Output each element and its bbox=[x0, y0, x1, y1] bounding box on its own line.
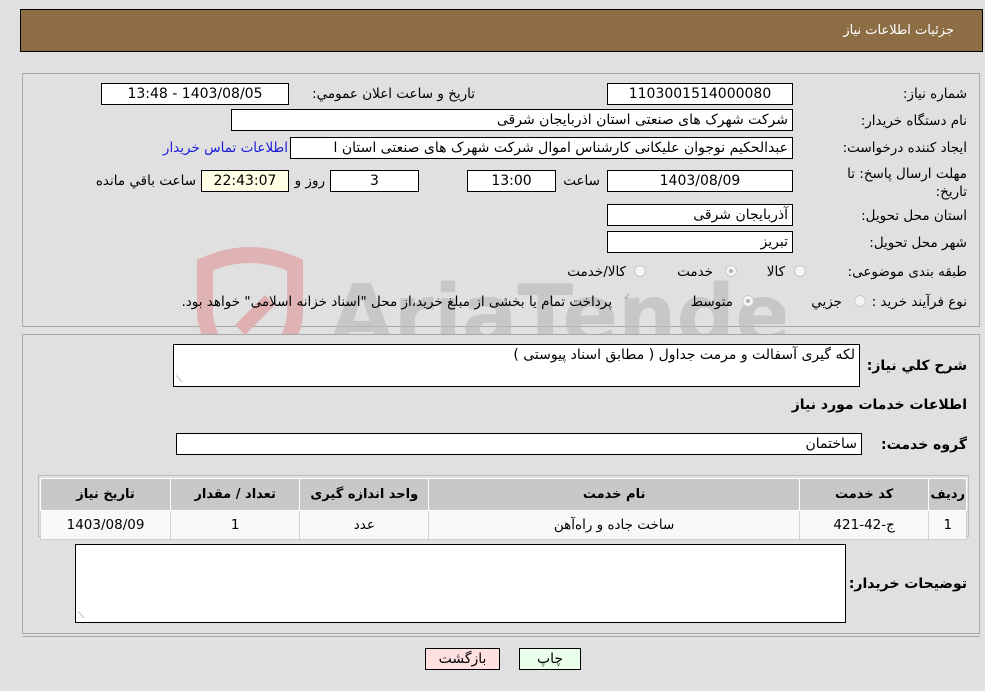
col-row-number: رديف bbox=[928, 478, 967, 511]
category-option-service: خدمت bbox=[677, 264, 713, 280]
col-need-date: تاريخ نياز bbox=[39, 478, 172, 511]
requester-field: عبدالحکیم نوجوان علیکانی کارشناس اموال ش… bbox=[290, 137, 793, 159]
purchase-option-minor: جزيي bbox=[811, 294, 842, 310]
cell-service-name: ساخت جاده و راه‌آهن bbox=[428, 510, 800, 540]
purchase-option-medium: متوسط bbox=[690, 294, 733, 310]
purchase-radio-medium[interactable] bbox=[742, 295, 754, 307]
days-label: روز و bbox=[294, 173, 325, 189]
buyer-org-label: نام دستگاه خريدار: bbox=[860, 113, 967, 129]
description-label: شرح کلي نياز: bbox=[866, 358, 967, 374]
col-quantity: تعداد / مقدار bbox=[170, 478, 301, 511]
services-table: رديف کد خدمت نام خدمت واحد اندازه گيری ت… bbox=[39, 478, 967, 540]
footer-divider bbox=[22, 636, 980, 637]
category-radio-service[interactable] bbox=[725, 265, 737, 277]
days-remaining-field: 3 bbox=[330, 170, 419, 192]
deadline-time-label: ساعت bbox=[563, 173, 600, 189]
delivery-province-label: استان محل تحويل: bbox=[861, 208, 967, 224]
services-section-title: اطلاعات خدمات مورد نياز bbox=[791, 397, 967, 413]
col-service-name: نام خدمت bbox=[428, 478, 800, 511]
delivery-city-label: شهر محل تحويل: bbox=[869, 235, 967, 251]
cell-service-code: ج-42-421 bbox=[798, 510, 930, 540]
resize-grip-icon[interactable]: ⟋ bbox=[78, 611, 84, 621]
delivery-province-field: آذربایجان شرقی bbox=[607, 204, 793, 226]
cell-row-number: 1 bbox=[928, 510, 967, 540]
description-textarea[interactable]: لکه گیری آسفالت و مرمت جداول ( مطابق اسن… bbox=[173, 344, 860, 387]
requester-label: ايجاد کننده درخواست: bbox=[842, 140, 967, 156]
purchase-type-label: نوع فرآيند خريد : bbox=[871, 294, 967, 310]
cell-quantity: 1 bbox=[170, 510, 301, 540]
buyer-contact-link[interactable]: اطلاعات تماس خريدار bbox=[163, 140, 288, 156]
resize-grip-icon[interactable]: ⟋ bbox=[176, 375, 182, 385]
cell-need-date: 1403/08/09 bbox=[39, 510, 172, 540]
category-option-goods-service: کالا/خدمت bbox=[567, 264, 626, 280]
buyer-org-field: شرکت شهرک های صنعتی استان اذربایجان شرقی bbox=[231, 109, 793, 131]
col-unit: واحد اندازه گيری bbox=[299, 478, 430, 511]
cell-unit: عدد bbox=[299, 510, 430, 540]
col-service-code: کد خدمت bbox=[798, 478, 930, 511]
announce-datetime-label: تاريخ و ساعت اعلان عمومي: bbox=[312, 86, 475, 102]
need-number-field: 1103001514000080 bbox=[607, 83, 793, 105]
category-option-goods: کالا bbox=[766, 264, 785, 280]
description-text: لکه گیری آسفالت و مرمت جداول ( مطابق اسن… bbox=[513, 347, 855, 363]
need-number-label: شماره نياز: bbox=[902, 86, 967, 102]
category-label: طبقه بندی موضوعی: bbox=[847, 264, 967, 280]
payment-checkbox[interactable]: ✓ bbox=[623, 293, 633, 303]
time-remaining-field: 22:43:07 bbox=[201, 170, 289, 192]
buyer-notes-label: توضيحات خريدار: bbox=[848, 576, 967, 592]
announce-datetime-field: 1403/08/05 - 13:48 bbox=[101, 83, 289, 105]
category-radio-goods-service[interactable] bbox=[634, 265, 646, 277]
service-group-field: ساختمان bbox=[176, 433, 862, 455]
time-remaining-label: ساعت باقي مانده bbox=[95, 173, 196, 189]
deadline-label: مهلت ارسال پاسخ: تا تاريخ: bbox=[847, 166, 967, 200]
page-title: جزئيات اطلاعات نياز bbox=[843, 23, 954, 38]
print-button[interactable]: چاپ bbox=[519, 648, 581, 670]
deadline-date-field: 1403/08/09 bbox=[607, 170, 793, 192]
table-header-row: رديف کد خدمت نام خدمت واحد اندازه گيری ت… bbox=[39, 478, 967, 511]
deadline-time-field: 13:00 bbox=[467, 170, 556, 192]
service-group-label: گروه خدمت: bbox=[881, 437, 967, 453]
category-radio-goods[interactable] bbox=[794, 265, 806, 277]
buyer-notes-textarea[interactable]: ⟋ bbox=[75, 544, 846, 623]
back-button[interactable]: بازگشت bbox=[425, 648, 500, 670]
purchase-radio-minor[interactable] bbox=[854, 295, 866, 307]
delivery-city-field: تبریز bbox=[607, 231, 793, 253]
table-row: 1 ج-42-421 ساخت جاده و راه‌آهن عدد 1 140… bbox=[39, 510, 967, 540]
page-header: جزئيات اطلاعات نياز bbox=[20, 9, 983, 52]
payment-note: پرداخت تمام يا بخشی از مبلغ خريد،از محل … bbox=[181, 294, 612, 310]
